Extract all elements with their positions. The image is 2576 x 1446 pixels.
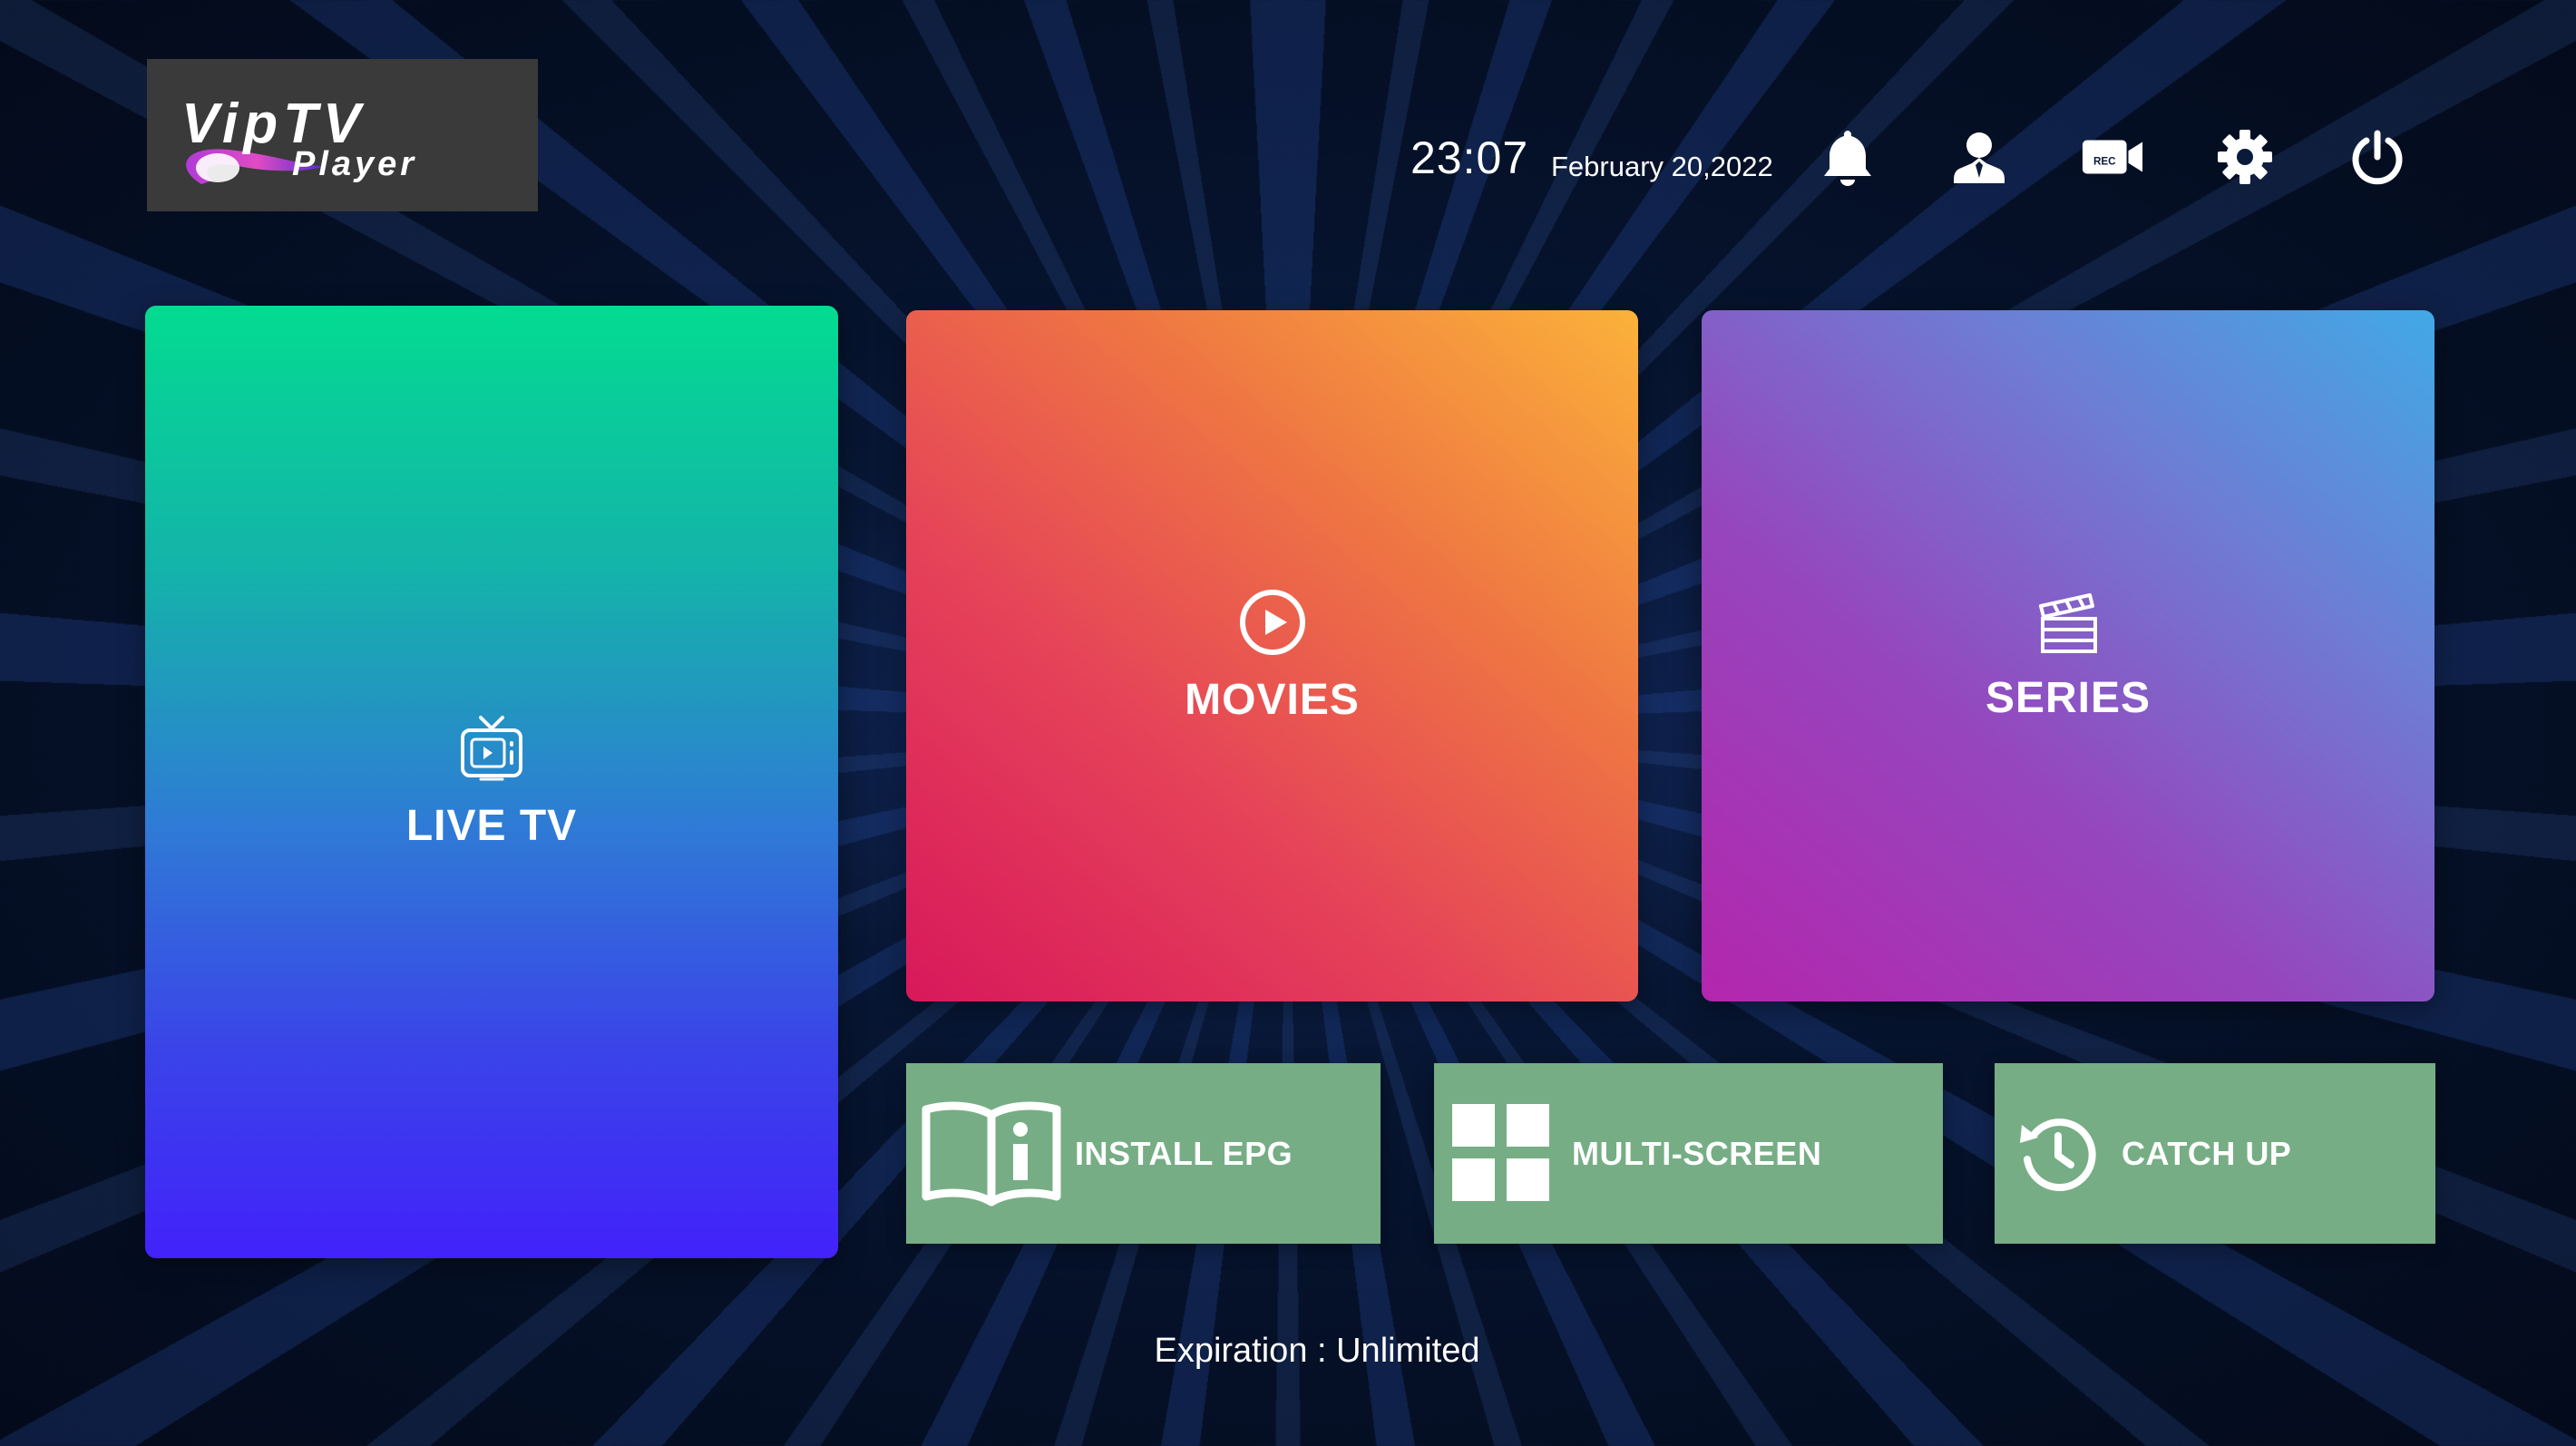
expiration-status: Expiration : Unlimited (1154, 1332, 1480, 1370)
tv-icon (461, 715, 522, 780)
clock-time: 23:07 (1410, 132, 1529, 183)
current-date: February 20,2022 (1551, 151, 1773, 182)
catch-up-button[interactable]: CATCH UP (1995, 1063, 2435, 1244)
home-screen: { "app": { "logo_line1": "VipTV", "logo_… (0, 0, 2576, 1446)
install-epg-label: INSTALL EPG (1075, 1134, 1293, 1172)
series-tile[interactable]: SERIES (1702, 310, 2435, 1001)
notifications-button[interactable] (1816, 125, 1879, 189)
app-logo: VipTV Player (147, 59, 538, 211)
movies-tile[interactable]: MOVIES (906, 310, 1638, 1001)
history-icon (2020, 1118, 2096, 1191)
movies-label: MOVIES (1185, 675, 1360, 724)
power-icon (2352, 130, 2403, 185)
clapperboard-icon (2039, 592, 2097, 653)
live-tv-tile[interactable]: LIVE TV (145, 306, 838, 1258)
play-circle-icon (1239, 589, 1305, 655)
install-epg-button[interactable]: INSTALL EPG (906, 1063, 1381, 1244)
settings-button[interactable] (2213, 125, 2277, 189)
live-tv-label: LIVE TV (405, 801, 578, 850)
account-button[interactable] (1947, 125, 2011, 189)
svg-text:Player: Player (292, 145, 417, 183)
series-label: SERIES (1985, 673, 2152, 722)
recordings-button[interactable]: REC (2081, 125, 2144, 189)
catch-up-label: CATCH UP (2122, 1134, 2292, 1172)
book-info-icon (922, 1101, 1061, 1206)
multi-screen-label: MULTI-SCREEN (1572, 1134, 1822, 1172)
rec-badge: REC (2093, 156, 2116, 168)
multi-screen-button[interactable]: MULTI-SCREEN (1434, 1063, 1943, 1244)
rec-camera-icon: REC (2082, 140, 2143, 174)
grid-icon (1452, 1103, 1549, 1201)
user-icon (1954, 132, 2005, 183)
gear-icon (2218, 130, 2272, 184)
power-button[interactable] (2346, 125, 2409, 189)
bell-icon (1824, 131, 1871, 186)
